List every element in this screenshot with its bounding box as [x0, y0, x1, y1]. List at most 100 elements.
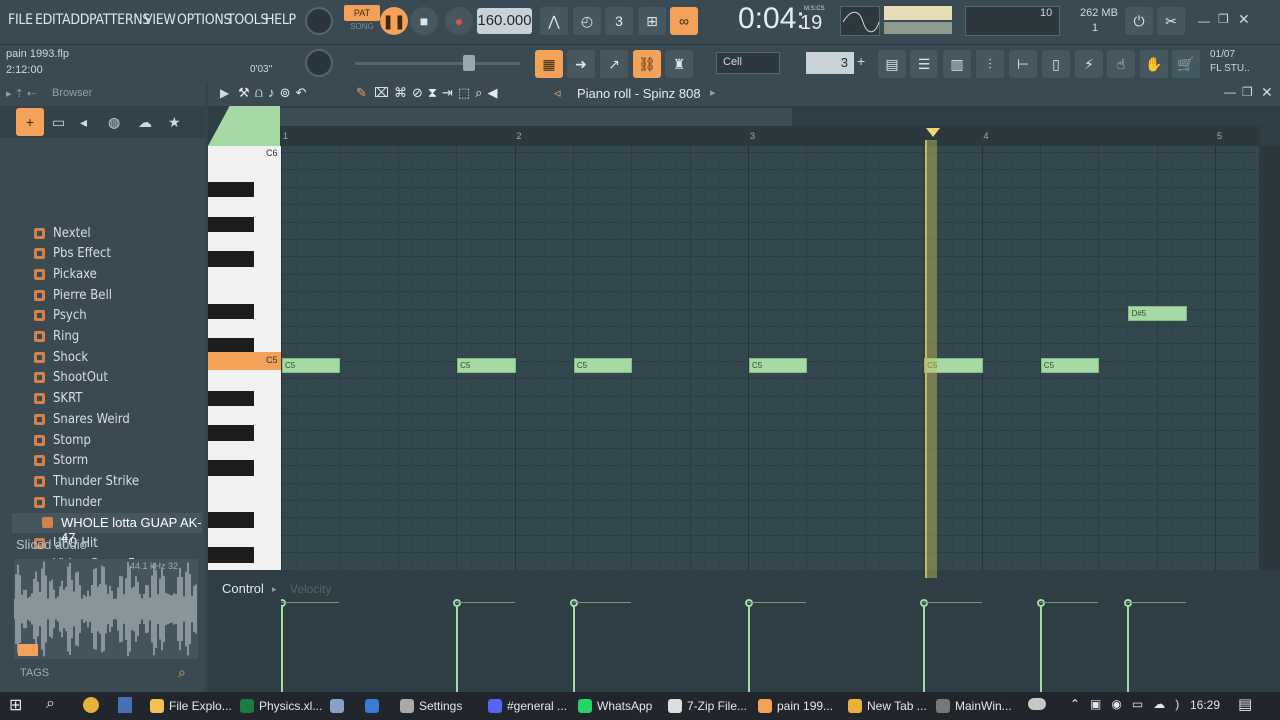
- loop-record-button[interactable]: ∞: [670, 7, 698, 35]
- velocity-stem[interactable]: [1039, 603, 1042, 692]
- browser-item[interactable]: ShootOut: [34, 368, 108, 388]
- plugins-filter-icon[interactable]: ◂: [80, 114, 87, 131]
- stop-button[interactable]: ■: [410, 7, 438, 35]
- touch-button[interactable]: ☝: [1107, 50, 1135, 78]
- countdown-button[interactable]: 3: [605, 7, 633, 35]
- browser-item[interactable]: Storm: [34, 451, 88, 471]
- control-arrow-icon[interactable]: ▸: [272, 584, 277, 595]
- black-key[interactable]: [208, 547, 254, 563]
- black-key[interactable]: [208, 390, 254, 406]
- black-key[interactable]: [208, 181, 254, 198]
- browser-item[interactable]: Psych: [34, 306, 87, 326]
- menu-help[interactable]: HELP: [265, 12, 296, 28]
- note[interactable]: C5: [573, 358, 633, 373]
- browser-tree-button[interactable]: ⊢: [1009, 50, 1037, 78]
- mixer-view-button[interactable]: ⫶: [976, 50, 1004, 78]
- browser-item[interactable]: Thunder: [34, 492, 102, 512]
- velocity-stem[interactable]: [456, 603, 459, 692]
- velocity-lane[interactable]: [281, 598, 1259, 692]
- all-filter-icon[interactable]: +: [16, 108, 44, 136]
- taskbar-app[interactable]: WhatsApp: [578, 696, 652, 716]
- event-overview-bar[interactable]: [280, 108, 792, 126]
- velocity-stem[interactable]: [1127, 603, 1130, 692]
- black-key[interactable]: [208, 251, 254, 267]
- taskbar-app[interactable]: 7-Zip File...: [668, 696, 747, 716]
- piano-keyboard[interactable]: C6 C5: [208, 146, 281, 570]
- tempo-slider-handle[interactable]: [463, 55, 475, 71]
- piano-roll-button[interactable]: ☰: [910, 50, 938, 78]
- taskbar-app[interactable]: Settings: [400, 696, 462, 716]
- velocity-handle[interactable]: [1036, 599, 1045, 607]
- playhead-marker-icon[interactable]: [926, 128, 940, 137]
- link-button[interactable]: ⛓: [633, 50, 661, 78]
- menu-edit[interactable]: EDIT: [35, 12, 63, 28]
- master-pitch-knob[interactable]: [305, 49, 333, 77]
- pat-toggle[interactable]: PAT: [344, 5, 380, 21]
- taskbar-app[interactable]: [365, 696, 384, 716]
- menu-add[interactable]: ADD: [62, 12, 89, 28]
- browser-item[interactable]: Nextel: [34, 223, 91, 243]
- step-value[interactable]: 3: [806, 52, 854, 74]
- pr-close-icon[interactable]: ✕: [1261, 84, 1273, 101]
- browser-item[interactable]: Pickaxe: [34, 264, 97, 284]
- note-grid[interactable]: C5 C5 C5 C5 C5 C5 D#5: [281, 146, 1259, 570]
- pencil-icon[interactable]: ✎: [356, 85, 372, 101]
- note[interactable]: C5: [457, 358, 516, 373]
- master-volume-knob[interactable]: [305, 7, 333, 35]
- project-info-button[interactable]: ▯: [1042, 50, 1070, 78]
- snap-to-grid-button[interactable]: ▦: [535, 50, 563, 78]
- panic-button[interactable]: ⏻: [1125, 7, 1153, 35]
- browser-item[interactable]: Shock: [34, 347, 88, 367]
- note[interactable]: C5: [1040, 358, 1100, 373]
- browser-item[interactable]: Snares Weird: [34, 409, 130, 429]
- mixer-button[interactable]: ▤: [878, 50, 906, 78]
- play-sample-icon[interactable]: [18, 644, 38, 656]
- tools-button[interactable]: ✂: [1157, 7, 1185, 35]
- browser-item[interactable]: Stomp: [34, 430, 91, 450]
- web-filter-icon[interactable]: ◍: [108, 114, 120, 131]
- velocity-handle[interactable]: [569, 599, 578, 607]
- channel-rack-button[interactable]: ▥: [943, 50, 971, 78]
- pr-minimize-icon[interactable]: —: [1224, 85, 1236, 99]
- vertical-scrollbar[interactable]: [1259, 146, 1280, 570]
- app-close-icon[interactable]: ✕: [1238, 11, 1250, 28]
- pr-maximize-icon[interactable]: ❐: [1242, 85, 1253, 99]
- menu-patterns[interactable]: PATTERNS: [89, 12, 150, 28]
- velocity-stem[interactable]: [572, 603, 575, 692]
- plugin-button[interactable]: ⚡: [1075, 50, 1103, 78]
- play-pause-button[interactable]: ❚❚: [380, 7, 408, 35]
- shop-button[interactable]: 🛒: [1172, 50, 1200, 78]
- browser-item[interactable]: Pbs Effect: [34, 244, 111, 264]
- playlist-arrow-button[interactable]: ➜: [567, 50, 595, 78]
- star-filter-icon[interactable]: ★: [168, 114, 181, 131]
- wait-for-input-button[interactable]: ◴: [573, 7, 601, 35]
- menu-options[interactable]: OPTIONS: [177, 12, 231, 28]
- tempo-slider-track[interactable]: [355, 62, 520, 65]
- song-toggle[interactable]: SONG: [344, 22, 380, 36]
- tempo-display[interactable]: 160.000: [477, 8, 532, 34]
- speaker-icon[interactable]: ◃: [554, 85, 561, 101]
- search-icon[interactable]: ⌕: [46, 695, 55, 713]
- pattern-corner-icon[interactable]: [208, 106, 280, 146]
- typing-keyboard-button[interactable]: ♜: [665, 50, 693, 78]
- windows-start-icon[interactable]: ⊞: [9, 695, 22, 715]
- black-key[interactable]: [208, 460, 254, 476]
- browser-item[interactable]: SKRT: [34, 389, 82, 409]
- menu-view[interactable]: VIEW: [144, 12, 176, 28]
- browser-item[interactable]: Thunder Strike: [34, 471, 139, 491]
- app-restore-icon[interactable]: ❐: [1218, 12, 1229, 26]
- step-edit-button[interactable]: ⊞: [638, 7, 666, 35]
- record-button[interactable]: ●: [445, 7, 473, 35]
- notifications-icon[interactable]: ▤: [1238, 695, 1252, 713]
- tempo-tap-button[interactable]: ✋: [1140, 50, 1168, 78]
- weather-icon[interactable]: [1028, 698, 1046, 710]
- browser-item[interactable]: Pierre Bell: [34, 285, 112, 305]
- browser-item[interactable]: Ring: [34, 327, 79, 347]
- control-label[interactable]: Control: [222, 581, 264, 596]
- black-key[interactable]: [208, 303, 254, 319]
- black-key[interactable]: [208, 425, 254, 441]
- step-increment-icon[interactable]: +: [857, 53, 865, 69]
- app-minimize-icon[interactable]: —: [1198, 14, 1210, 28]
- timeline-ruler[interactable]: [280, 126, 1260, 146]
- velocity-stem[interactable]: [923, 603, 926, 692]
